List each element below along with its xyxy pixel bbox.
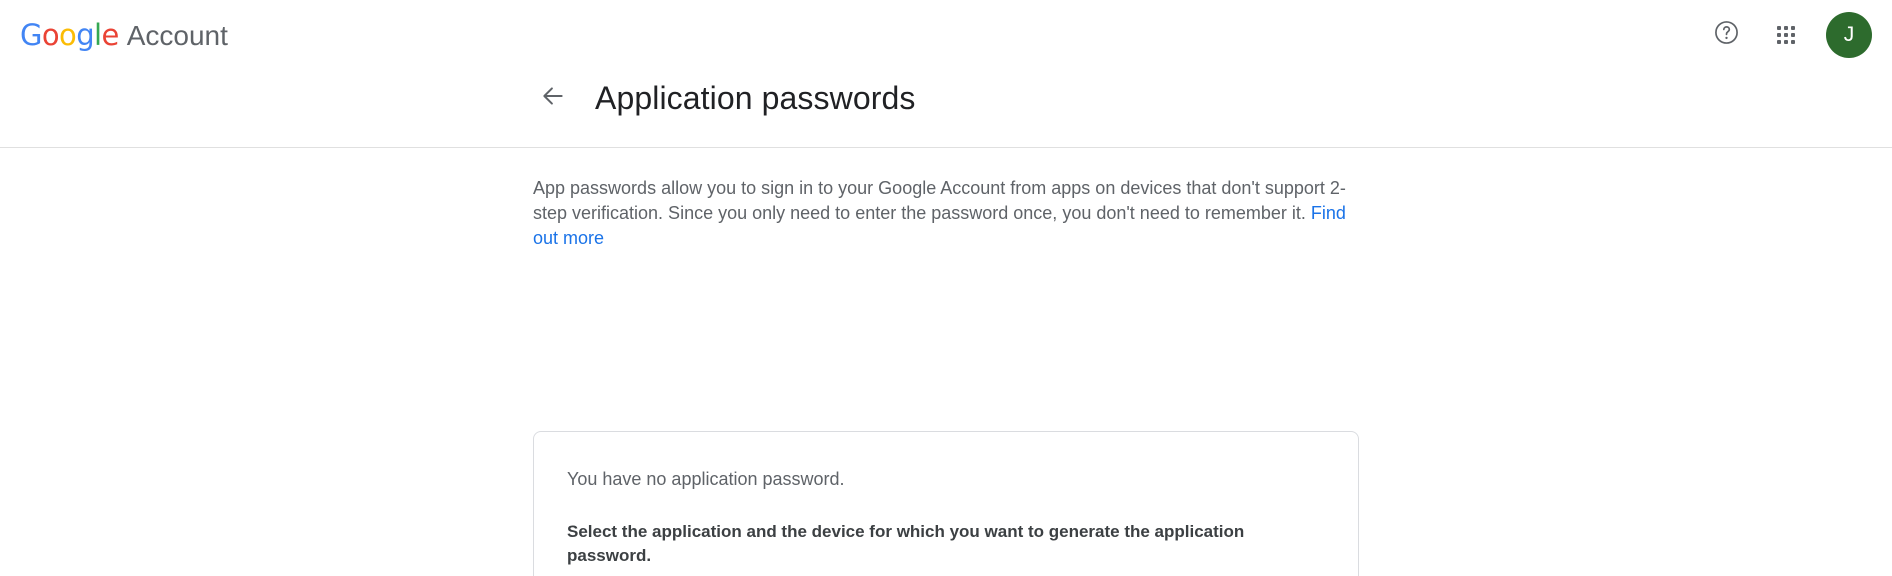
apps-dot (1791, 33, 1795, 37)
apps-dot (1777, 33, 1781, 37)
logo-letter-e: e (101, 18, 119, 52)
brand-logo[interactable]: Google Account (20, 18, 228, 52)
logo-letter-o2: o (59, 18, 77, 52)
logo-letter-g1: G (20, 18, 42, 52)
app-password-card: You have no application password. Select… (533, 431, 1359, 576)
page-heading: Application passwords (533, 78, 916, 118)
back-button[interactable] (533, 78, 573, 118)
arrow-left-icon (540, 83, 566, 114)
logo-letter-o1: o (41, 18, 60, 52)
apps-dot (1784, 33, 1788, 37)
apps-grid-icon (1777, 26, 1795, 44)
apps-dot (1791, 26, 1795, 30)
product-name: Account (126, 20, 228, 51)
avatar[interactable]: J (1826, 12, 1872, 58)
instruction-text: Select the application and the device fo… (567, 522, 1245, 565)
main-content: App passwords allow you to sign in to yo… (0, 148, 1892, 576)
apps-button[interactable] (1766, 15, 1806, 55)
apps-dot (1784, 26, 1788, 30)
apps-dot (1791, 40, 1795, 44)
help-button[interactable] (1706, 15, 1746, 55)
top-bar-actions: J (1706, 12, 1872, 58)
logo-letter-g2: g (76, 18, 94, 52)
card-body: You have no application password. Select… (534, 432, 1358, 576)
top-bar: Google Account J Application passwords (0, 0, 1892, 148)
apps-dot (1777, 40, 1781, 44)
intro-text: App passwords allow you to sign in to yo… (533, 178, 1346, 223)
apps-dot (1777, 26, 1781, 30)
apps-dot (1784, 40, 1788, 44)
intro-paragraph: App passwords allow you to sign in to yo… (533, 176, 1351, 251)
google-wordmark: Google (20, 18, 119, 52)
page-title: Application passwords (595, 79, 916, 116)
help-circle-icon (1713, 19, 1740, 51)
no-password-status: You have no application password. (567, 469, 845, 489)
